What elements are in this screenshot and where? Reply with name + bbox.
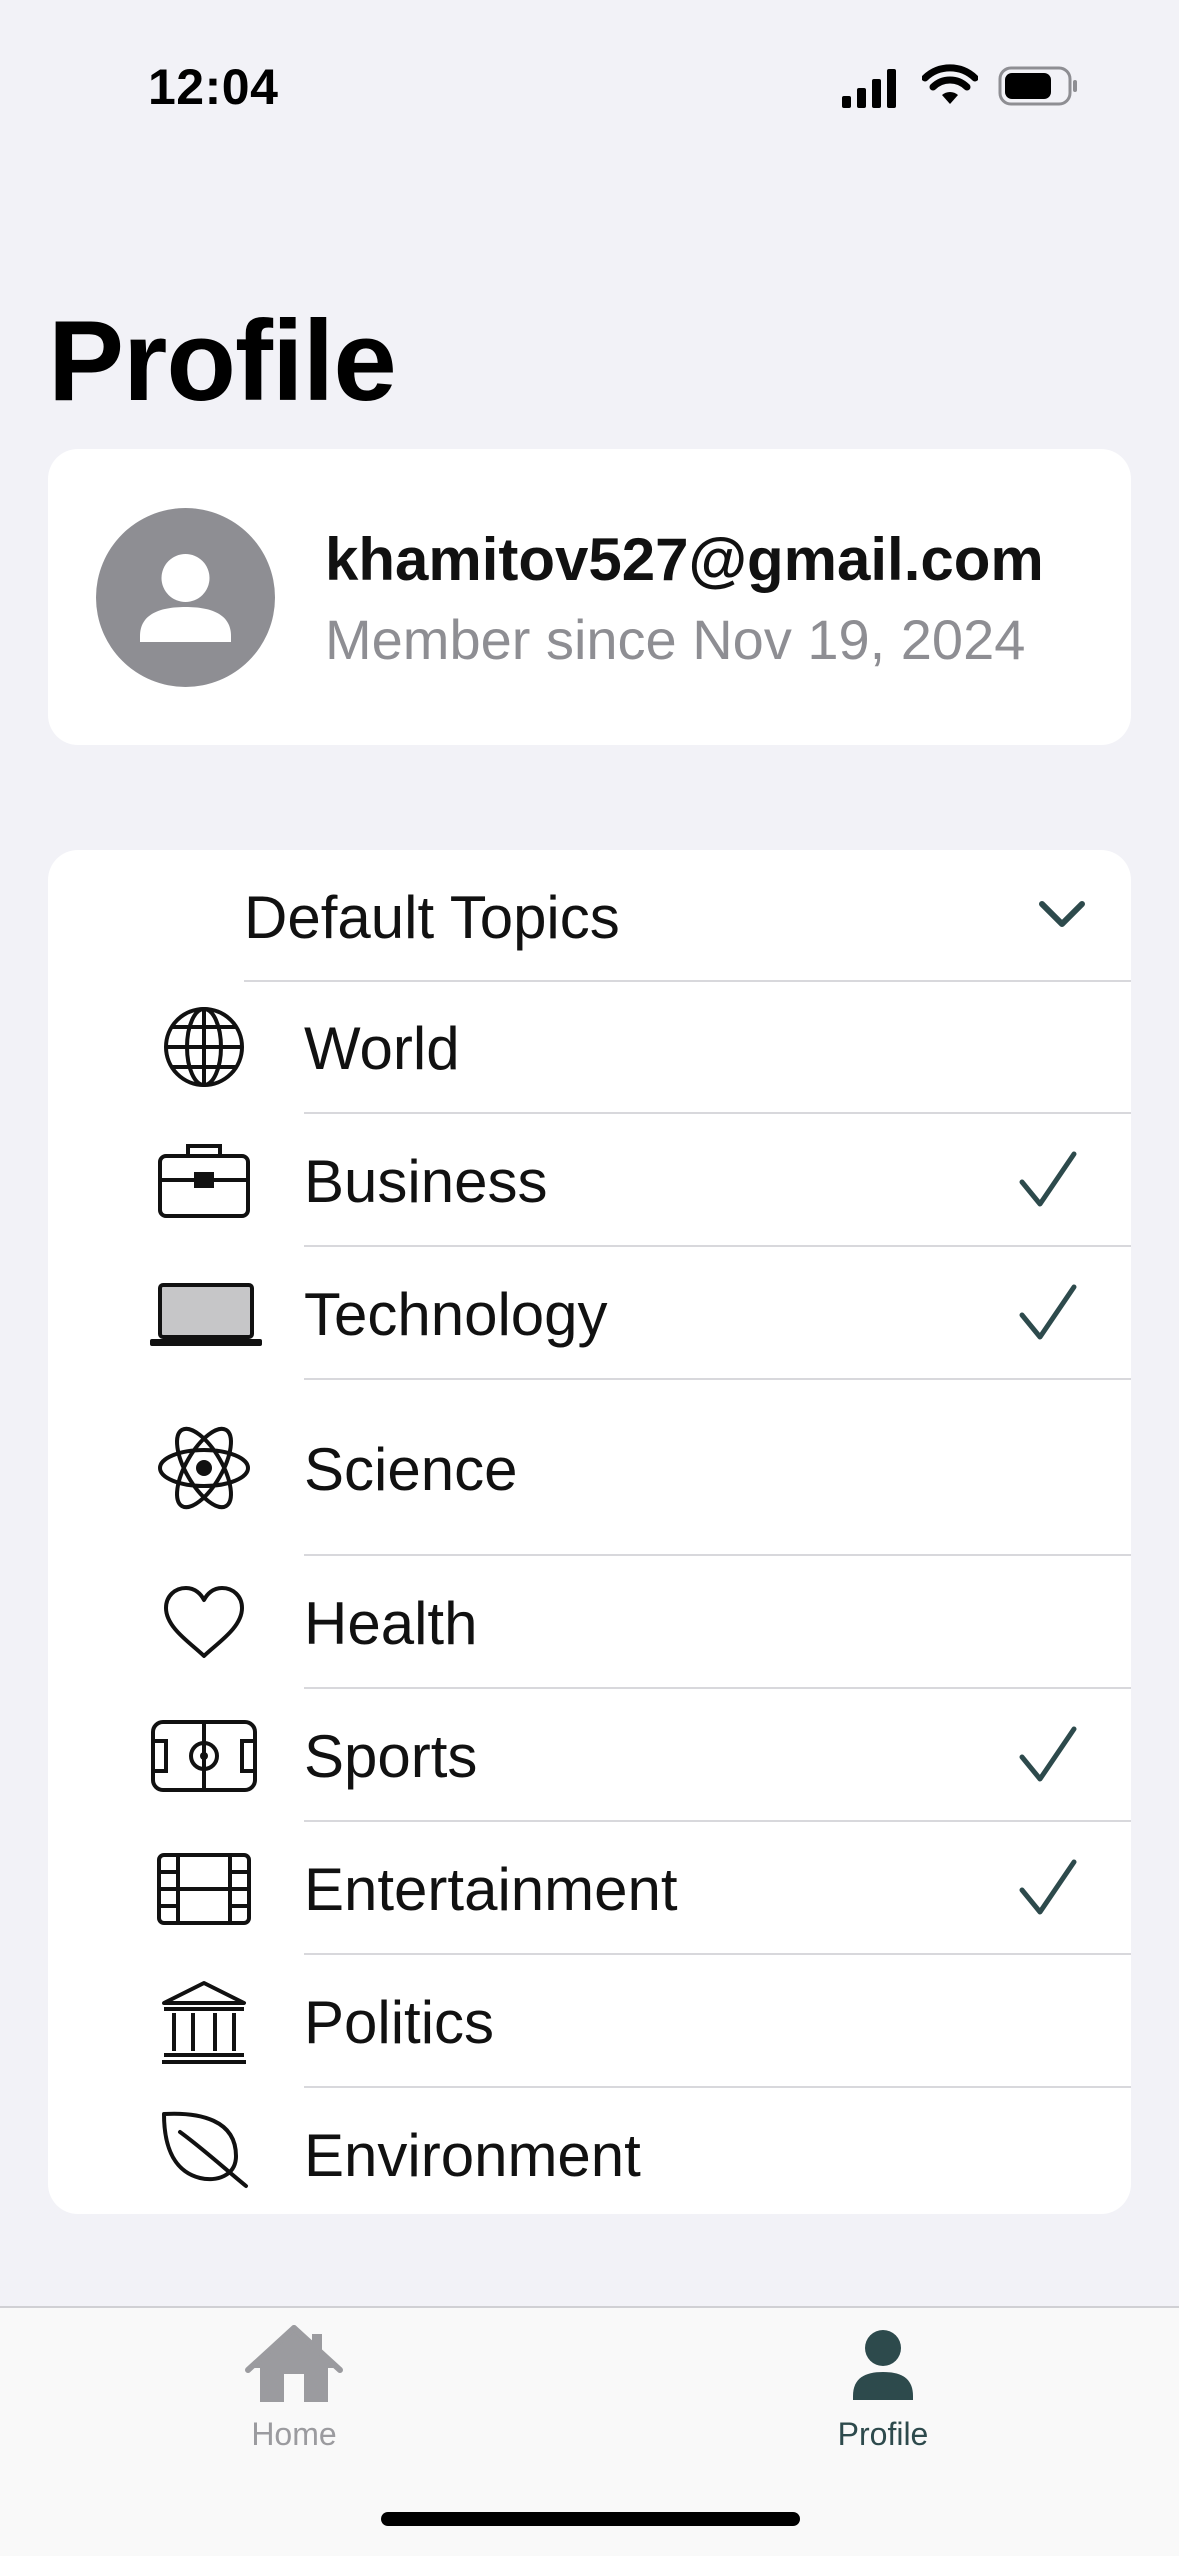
chevron-down-icon xyxy=(1039,901,1085,927)
tab-profile-label: Profile xyxy=(837,2416,929,2452)
topic-label-world: World xyxy=(304,1015,460,1082)
topic-row-politics[interactable]: Politics xyxy=(48,1955,1131,2088)
topic-label-technology: Technology xyxy=(304,1281,608,1348)
house-icon xyxy=(245,2325,343,2402)
topic-row-sports[interactable]: Sports xyxy=(48,1689,1131,1822)
topic-row-world[interactable]: World xyxy=(48,981,1131,1114)
tab-home[interactable]: Home xyxy=(144,2308,444,2468)
building-columns-icon xyxy=(162,1981,246,2064)
topic-label-health: Health xyxy=(304,1590,478,1657)
topic-label-politics: Politics xyxy=(304,1989,495,2056)
heart-icon xyxy=(164,1586,244,1658)
default-topics-disclosure[interactable]: Default Topics xyxy=(48,850,1131,982)
person-placeholder-icon xyxy=(140,554,231,642)
checkmark-icon xyxy=(1019,1151,1077,1207)
topic-label-sports: Sports xyxy=(304,1723,478,1790)
topic-label-environment: Environment xyxy=(304,2122,641,2189)
status-time: 12:04 xyxy=(148,59,279,115)
topic-label-entertainment: Entertainment xyxy=(304,1856,678,1923)
briefcase-icon xyxy=(158,1144,250,1218)
checkmark-icon xyxy=(1019,1726,1077,1782)
status-bar: 12:04 xyxy=(0,0,1179,150)
member-since-text: Member since Nov 19, 2024 xyxy=(325,608,1026,671)
wifi-icon xyxy=(922,64,978,104)
topic-label-business: Business xyxy=(304,1148,548,1215)
topic-row-entertainment[interactable]: Entertainment xyxy=(48,1822,1131,1955)
default-topics-label: Default Topics xyxy=(244,884,620,951)
profile-email: khamitov527@gmail.com xyxy=(325,526,1044,593)
atom-icon xyxy=(158,1426,250,1510)
avatar xyxy=(96,508,275,687)
topic-row-science[interactable]: Science xyxy=(48,1380,1131,1556)
topic-row-environment[interactable]: Environment xyxy=(48,2088,1131,2214)
laptop-icon xyxy=(150,1283,262,1346)
leaf-icon xyxy=(162,2111,248,2188)
tab-home-label: Home xyxy=(251,2416,337,2452)
page-title: Profile xyxy=(48,298,397,425)
cellular-signal-icon xyxy=(842,69,896,108)
topic-row-business[interactable]: Business xyxy=(48,1114,1131,1247)
topic-row-technology[interactable]: Technology xyxy=(48,1247,1131,1380)
battery-icon xyxy=(998,66,1077,106)
topic-row-health[interactable]: Health xyxy=(48,1556,1131,1689)
checkmark-icon xyxy=(1019,1284,1077,1340)
person-icon xyxy=(853,2330,913,2400)
checkmark-icon xyxy=(1019,1859,1077,1915)
tab-profile[interactable]: Profile xyxy=(733,2308,1033,2468)
globe-icon xyxy=(164,1007,244,1087)
topic-label-science: Science xyxy=(304,1436,518,1503)
sports-field-icon xyxy=(151,1720,257,1792)
default-topics-card: Default Topics World Business Technology… xyxy=(48,850,1131,2214)
profile-card: khamitov527@gmail.com Member since Nov 1… xyxy=(48,449,1131,745)
film-icon xyxy=(157,1853,251,1925)
home-indicator xyxy=(381,2512,800,2526)
